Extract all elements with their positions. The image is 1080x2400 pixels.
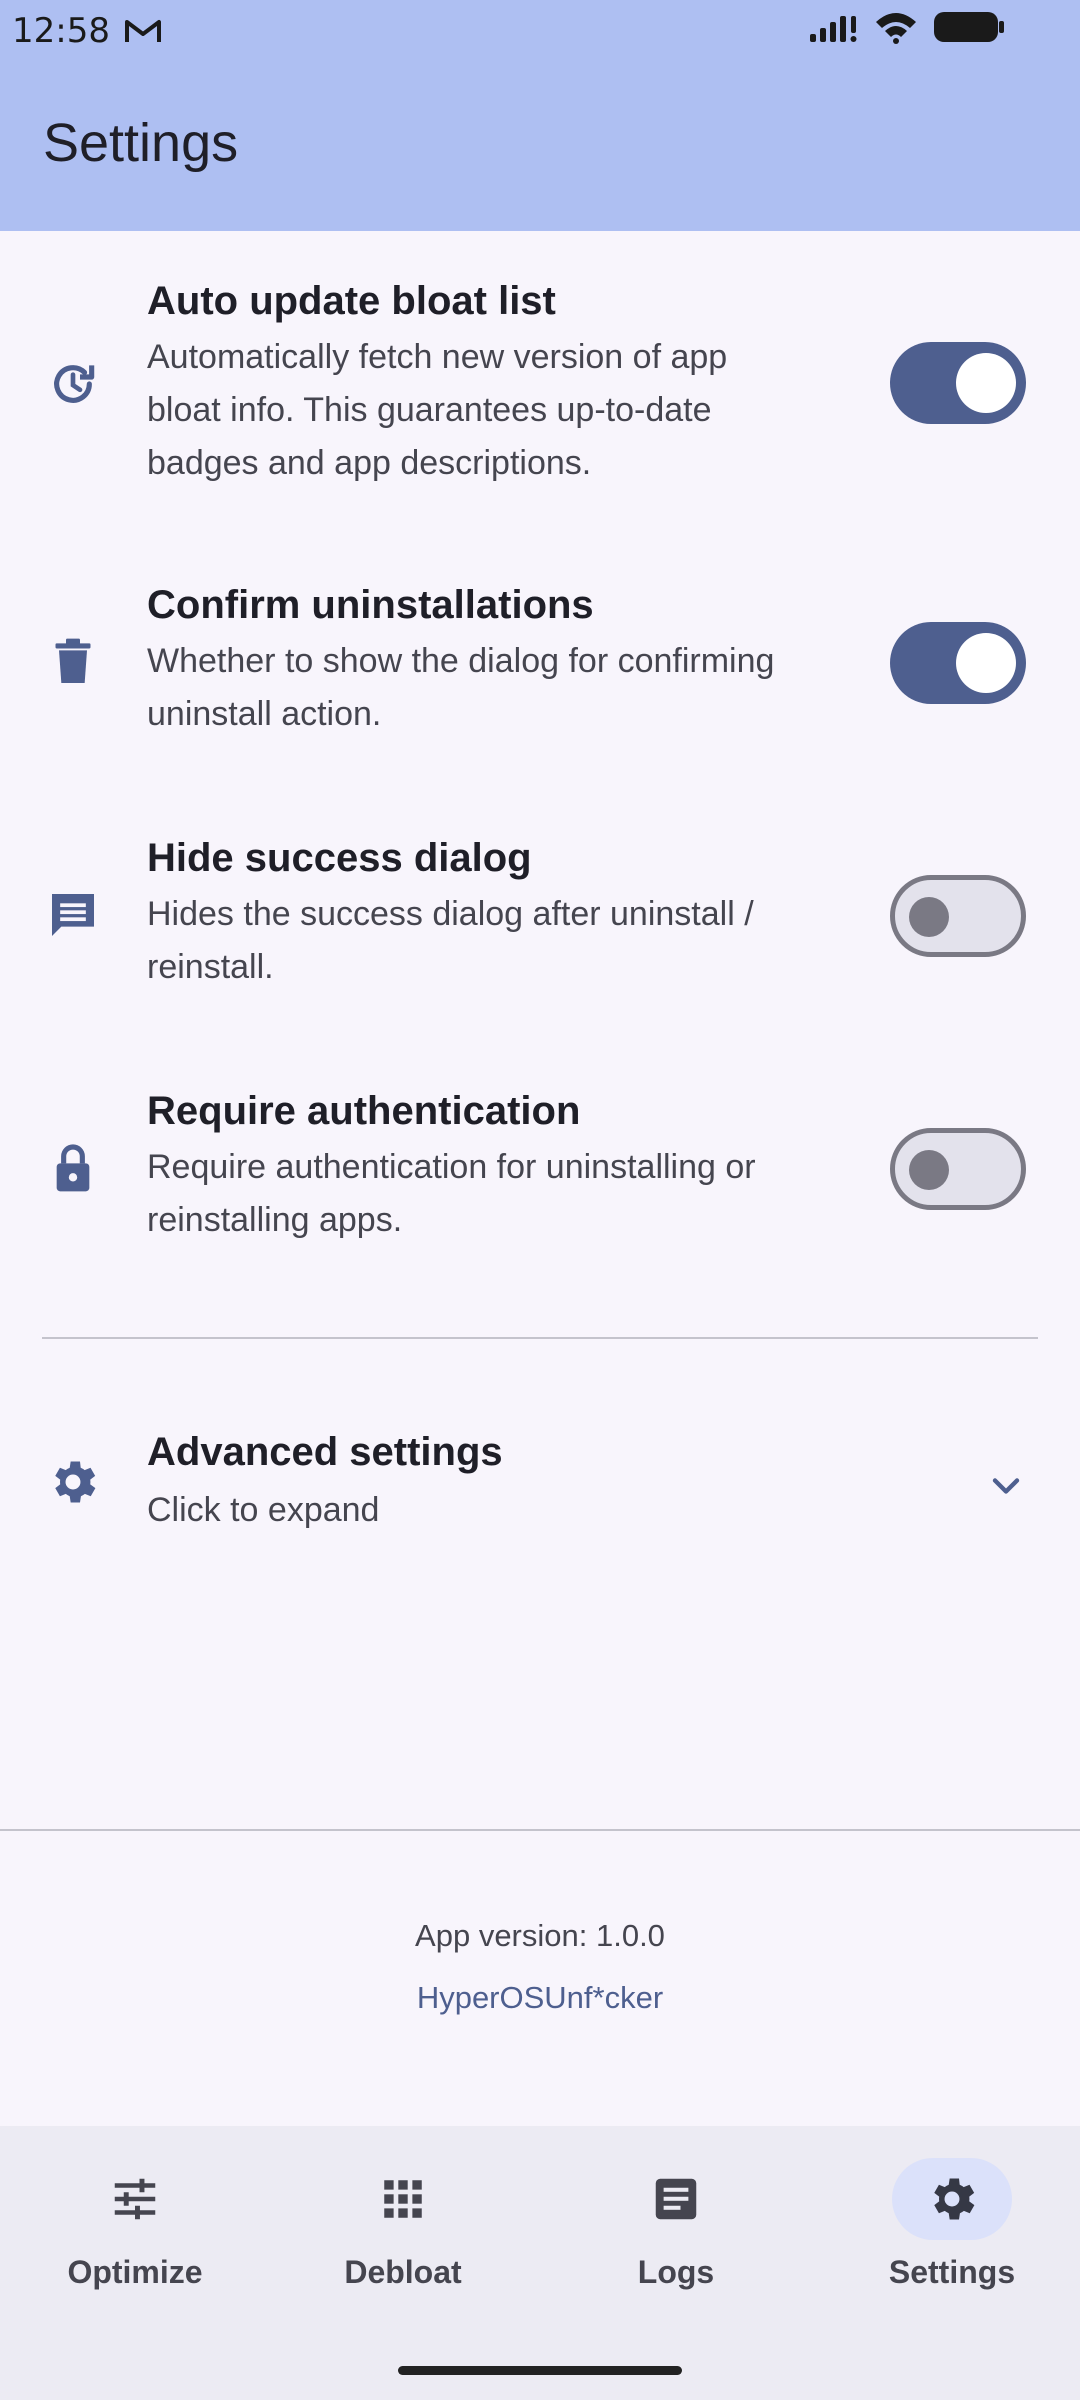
setting-hide-success-dialog[interactable]: Hide success dialog Hides the success di… [0, 814, 1080, 1014]
tune-icon [114, 2178, 156, 2220]
nav-icon-container [343, 2158, 463, 2240]
apps-grid-icon [384, 2180, 422, 2218]
nav-item-settings[interactable]: Settings [817, 2126, 1080, 2326]
nav-icon-container [616, 2158, 736, 2240]
top-app-bar: 12:58 Settings [0, 0, 1080, 231]
setting-title: Hide success dialog [147, 836, 532, 880]
history-icon [54, 365, 95, 403]
nav-label: Settings [888, 2254, 1016, 2290]
status-time: 12:58 [12, 11, 110, 51]
toggle-knob [909, 897, 949, 937]
description-line: badges and app descriptions. [147, 444, 592, 482]
page-title: Settings [43, 113, 239, 173]
description-line: bloat info. This guarantees up-to-date [147, 391, 712, 429]
section-divider [42, 1337, 1038, 1339]
setting-description: Hides the success dialog after uninstall… [147, 888, 857, 994]
advanced-settings-subtitle: Click to expand [147, 1491, 380, 1529]
description-line: reinstall. [147, 948, 274, 986]
toggle-knob [956, 633, 1016, 693]
chevron-down-icon[interactable] [984, 1464, 1028, 1508]
message-icon [52, 894, 94, 936]
setting-description: Automatically fetch new version of app b… [147, 331, 857, 490]
setting-auto-update[interactable]: Auto update bloat list Automatically fet… [0, 231, 1080, 521]
article-icon [655, 2178, 697, 2220]
nav-item-logs[interactable]: Logs [541, 2126, 811, 2326]
app-version: App version: 1.0.0 [415, 1918, 665, 1953]
description-line: Automatically fetch new version of app [147, 338, 728, 376]
nav-item-optimize[interactable]: Optimize [0, 2126, 270, 2326]
nav-icon-container [892, 2158, 1012, 2240]
wifi-icon [876, 13, 916, 44]
description-line: Hides the success dialog after uninstall… [147, 895, 754, 933]
advanced-settings-row[interactable]: Advanced settings Click to expand [0, 1400, 1080, 1560]
bottom-navigation: Optimize Debloat Logs Settings [0, 2126, 1080, 2400]
lock-icon [56, 1144, 90, 1192]
auto-update-toggle[interactable] [890, 342, 1026, 424]
signal-icon [810, 16, 857, 42]
description-line: uninstall action. [147, 695, 382, 733]
trash-icon [55, 638, 91, 683]
confirm-uninstall-toggle[interactable] [890, 622, 1026, 704]
toggle-knob [909, 1150, 949, 1190]
setting-title: Require authentication [147, 1089, 581, 1133]
battery-icon [934, 12, 1004, 42]
setting-require-auth[interactable]: Require authentication Require authentic… [0, 1067, 1080, 1267]
toggle-knob [956, 353, 1016, 413]
status-bar: 12:58 [0, 0, 1080, 62]
footer-divider [0, 1829, 1080, 1831]
description-line: Whether to show the dialog for confirmin… [147, 642, 775, 680]
nav-label: Debloat [344, 2254, 462, 2290]
gmail-icon [124, 20, 161, 42]
nav-label: Logs [637, 2254, 715, 2290]
gear-icon [934, 2178, 975, 2220]
nav-label: Optimize [67, 2254, 203, 2290]
nav-icon-container [75, 2158, 195, 2240]
description-line: reinstalling apps. [147, 1201, 403, 1239]
gear-icon [55, 1461, 96, 1503]
home-indicator[interactable] [398, 2366, 682, 2375]
project-link[interactable]: HyperOSUnf*cker [0, 1980, 1080, 2016]
setting-description: Require authentication for uninstalling … [147, 1141, 857, 1247]
setting-confirm-uninstall[interactable]: Confirm uninstallations Whether to show … [0, 561, 1080, 761]
require-auth-toggle[interactable] [890, 1128, 1026, 1210]
description-line: Require authentication for uninstalling … [147, 1148, 756, 1186]
setting-description: Whether to show the dialog for confirmin… [147, 635, 857, 741]
advanced-settings-title: Advanced settings [147, 1430, 503, 1474]
hide-success-dialog-toggle[interactable] [890, 875, 1026, 957]
setting-title: Auto update bloat list [147, 279, 556, 323]
setting-title: Confirm uninstallations [147, 583, 594, 627]
nav-item-debloat[interactable]: Debloat [268, 2126, 538, 2326]
